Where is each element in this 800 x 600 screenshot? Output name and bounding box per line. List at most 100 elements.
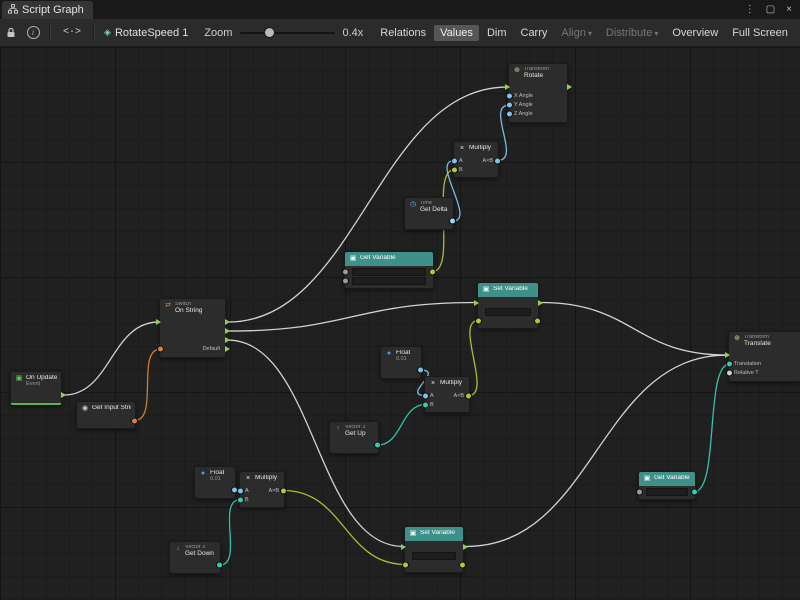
output-port[interactable] [225, 328, 230, 334]
variable-name-field[interactable] [352, 277, 426, 285]
node-translate[interactable]: ⊕TransformTranslateTranslationRelative T [728, 331, 800, 382]
zoom-slider-track[interactable] [240, 32, 335, 34]
output-port[interactable] [449, 218, 456, 225]
graph-canvas[interactable]: ⊕TransformRotateX AngleY AngleZ Angle ×Mu… [0, 47, 800, 600]
toolbar-button-relations[interactable]: Relations [374, 25, 432, 41]
variable-name-field[interactable] [485, 308, 531, 316]
node-title: On String [175, 308, 202, 315]
close-icon[interactable]: × [786, 5, 792, 15]
node-title: Get Delta Time [420, 207, 449, 214]
toolbar-button-carry[interactable]: Carry [515, 25, 554, 41]
output-port[interactable] [534, 317, 541, 324]
menu-icon[interactable]: ⋮ [745, 5, 755, 15]
node-on-update[interactable]: ▣On UpdateEvent [10, 371, 62, 405]
input-port[interactable] [402, 561, 409, 568]
input-port[interactable] [157, 346, 164, 353]
input-port[interactable] [342, 268, 349, 275]
tab-script-graph[interactable]: Script Graph [2, 1, 93, 19]
toolbar-button-distribute[interactable]: Distribute▾ [600, 25, 664, 41]
port-label: A×B [453, 393, 464, 399]
input-port[interactable] [475, 317, 482, 324]
node-get-delta-time[interactable]: ◷TimeGet Delta Time [404, 197, 454, 230]
variable-name-field[interactable] [412, 552, 456, 560]
output-port[interactable] [567, 84, 572, 90]
output-port[interactable] [429, 268, 436, 275]
toolbar-buttons: RelationsValuesDimCarryAlign▾Distribute▾… [373, 25, 795, 41]
variable-name-field[interactable] [352, 268, 426, 276]
output-port[interactable] [465, 392, 472, 399]
output-port[interactable] [225, 337, 230, 343]
input-port[interactable] [636, 488, 643, 495]
output-port[interactable] [280, 487, 287, 494]
node-rotate[interactable]: ⊕TransformRotateX AngleY AngleZ Angle [508, 63, 568, 123]
info-icon[interactable]: i [23, 23, 43, 43]
input-port[interactable] [506, 102, 513, 109]
input-port[interactable] [401, 544, 406, 550]
output-port[interactable] [463, 544, 468, 550]
output-port[interactable] [417, 367, 424, 374]
maximize-icon[interactable]: ▢ [766, 5, 775, 15]
input-port[interactable] [474, 300, 479, 306]
zoom-value: 0.4x [342, 27, 363, 39]
input-port[interactable] [156, 319, 161, 325]
transform-icon: ⊕ [733, 335, 741, 343]
output-port[interactable] [216, 562, 223, 569]
node-multiply-mid[interactable]: ×MultiplyAA×BB [424, 376, 470, 413]
fit-graph-icon[interactable]: <·> [56, 25, 88, 40]
input-port[interactable] [342, 277, 349, 284]
node-get-variable-br[interactable]: ▣Get Variable [638, 471, 696, 500]
input-port[interactable] [422, 401, 429, 408]
node-multiply-bottom[interactable]: ×MultiplyAA×BB [239, 471, 285, 508]
input-port[interactable] [506, 111, 513, 118]
port-label: Relative T [734, 370, 759, 376]
output-port[interactable] [538, 300, 543, 306]
gamepad-icon: ◉ [81, 405, 89, 413]
toolbar-button-values[interactable]: Values [434, 25, 479, 41]
toolbar-button-align[interactable]: Align▾ [555, 25, 597, 41]
input-port[interactable] [237, 487, 244, 494]
node-float-mid[interactable]: ●Float0.01 [380, 346, 422, 379]
node-get-down[interactable]: ↓Vector 3Get Down [169, 541, 221, 574]
input-port[interactable] [726, 361, 733, 368]
input-port[interactable] [451, 166, 458, 173]
port-label: A [430, 393, 434, 399]
output-port[interactable] [225, 319, 230, 325]
node-get-input-string[interactable]: ◉Get Input Strin [76, 401, 136, 429]
zoom-slider-thumb[interactable] [265, 28, 274, 37]
input-port[interactable] [237, 496, 244, 503]
multiply-icon: × [458, 145, 466, 153]
port-label: B [459, 167, 463, 173]
input-port[interactable] [726, 370, 733, 377]
node-switch-on-string[interactable]: ⇄SwitchOn StringDefault [159, 298, 226, 358]
output-port[interactable] [494, 157, 501, 164]
output-port[interactable] [225, 346, 230, 352]
toolbar-button-overview[interactable]: Overview [666, 25, 724, 41]
output-port[interactable] [691, 488, 698, 495]
output-port[interactable] [459, 561, 466, 568]
input-port[interactable] [506, 93, 513, 100]
title-bar: Script Graph ⋮ ▢ × [0, 0, 800, 19]
lock-icon[interactable] [1, 23, 21, 43]
node-get-up[interactable]: ↑Vector 3Get Up [329, 421, 379, 454]
script-graph-icon [8, 4, 18, 17]
zoom-slider[interactable] [240, 25, 335, 41]
graph-breadcrumb[interactable]: ◈ RotateSpeed 1 [104, 27, 188, 39]
toolbar-button-dim[interactable]: Dim [481, 25, 513, 41]
variable-name-field[interactable] [646, 488, 688, 496]
output-port[interactable] [131, 417, 138, 424]
output-port[interactable] [61, 392, 66, 398]
output-port[interactable] [374, 442, 381, 449]
tab-title: Script Graph [22, 4, 84, 16]
node-set-variable-bottom[interactable]: ▣Set Variable [404, 526, 464, 573]
node-get-variable-top[interactable]: ▣Get Variable [344, 251, 434, 289]
node-float-bottom[interactable]: ●Float0.01 [194, 466, 236, 499]
node-title: Translate [744, 341, 771, 348]
input-port[interactable] [725, 352, 730, 358]
input-port[interactable] [505, 84, 510, 90]
node-multiply-top[interactable]: ×MultiplyAA×BB [453, 141, 499, 178]
input-port[interactable] [422, 392, 429, 399]
toolbar-button-full-screen[interactable]: Full Screen [726, 25, 794, 41]
node-set-variable-mid[interactable]: ▣Set Variable [477, 282, 539, 329]
port-label: A×B [268, 488, 279, 494]
input-port[interactable] [451, 157, 458, 164]
